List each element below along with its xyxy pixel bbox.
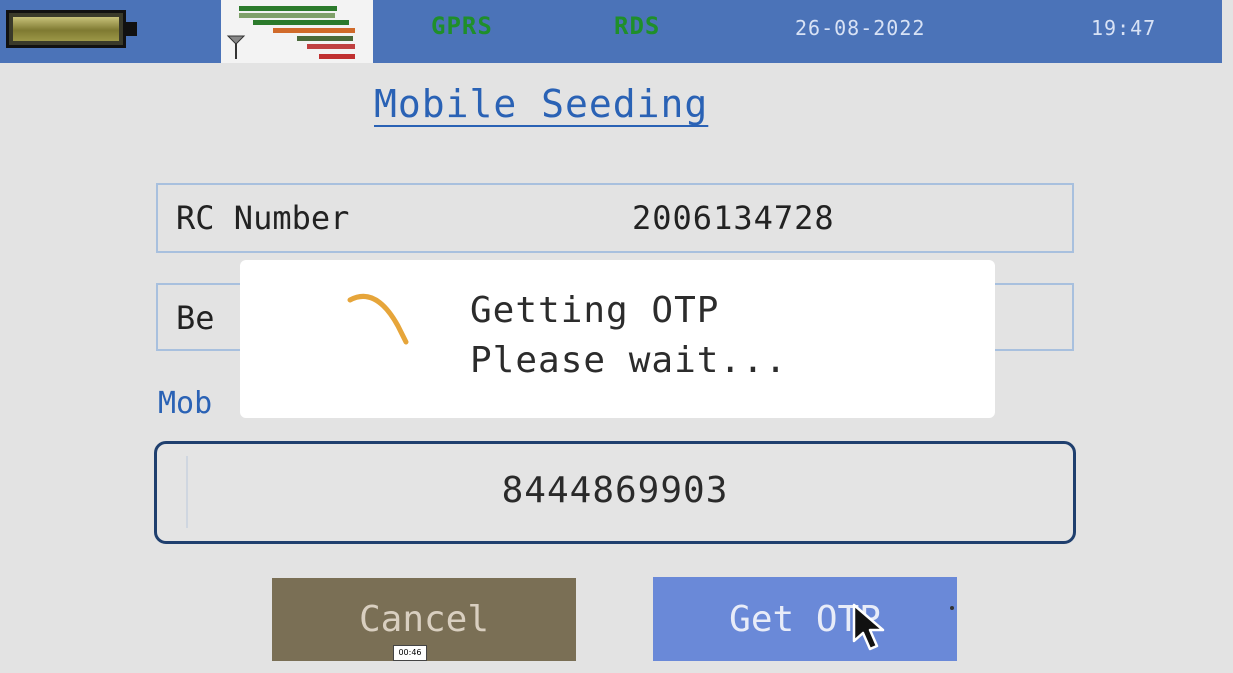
status-date: 26-08-2022	[795, 16, 926, 40]
beneficiary-label: Be	[176, 299, 215, 337]
spinner-icon	[347, 293, 409, 345]
mobile-number-input[interactable]: 8444869903	[154, 441, 1076, 544]
status-bar: GPRS RDS 26-08-2022 19:47	[0, 0, 1222, 63]
timestamp-tag: 00:46	[393, 645, 427, 661]
status-time: 19:47	[1091, 16, 1157, 40]
mobile-number-label: Mob	[158, 386, 213, 421]
gprs-indicator: GPRS	[431, 12, 493, 40]
text-cursor	[186, 456, 188, 528]
dialog-message-line2: Please wait...	[470, 340, 788, 381]
antenna-icon	[226, 35, 246, 59]
battery-icon	[6, 10, 137, 48]
rc-number-value: 2006134728	[632, 199, 835, 237]
mouse-cursor-icon	[852, 603, 885, 651]
rc-number-label: RC Number	[176, 199, 350, 237]
get-otp-button[interactable]: Get OTP	[653, 577, 957, 661]
rds-indicator: RDS	[614, 12, 661, 40]
dot-mark	[950, 606, 954, 610]
rc-number-field: RC Number 2006134728	[156, 183, 1074, 253]
loading-dialog: Getting OTP Please wait...	[240, 260, 995, 418]
dialog-message-line1: Getting OTP	[470, 290, 720, 331]
page-title: Mobile Seeding	[374, 82, 709, 126]
